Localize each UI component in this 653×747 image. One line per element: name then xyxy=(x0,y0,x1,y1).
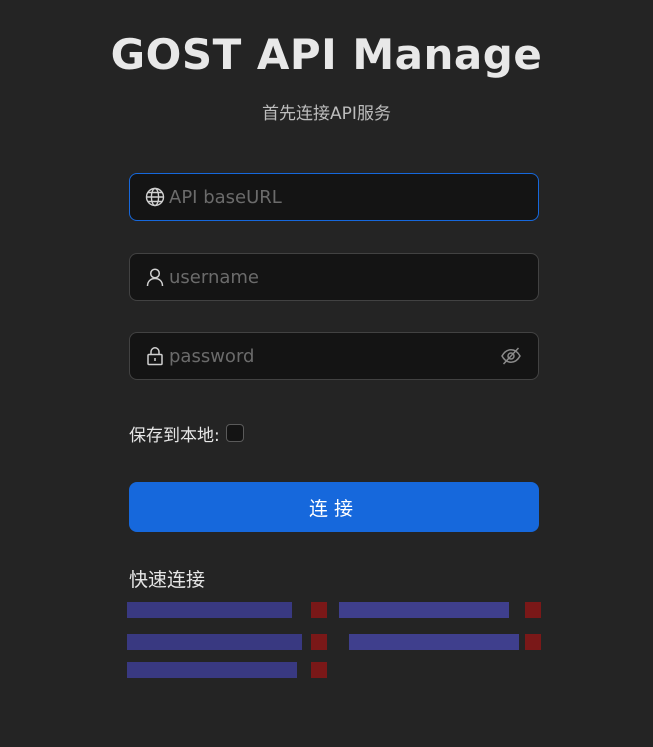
save-local-checkbox[interactable] xyxy=(225,424,244,442)
connect-button[interactable]: 连接 xyxy=(129,482,539,532)
quick-connect-item[interactable] xyxy=(311,634,327,650)
quick-connect-item[interactable] xyxy=(525,634,541,650)
username-field[interactable] xyxy=(129,253,539,301)
quick-connect-item[interactable] xyxy=(349,634,519,650)
quick-connect-item[interactable] xyxy=(339,602,509,618)
save-local-label: 保存到本地: xyxy=(129,425,220,446)
lock-icon xyxy=(143,344,167,368)
quick-connect-item[interactable] xyxy=(311,602,327,618)
user-icon xyxy=(143,265,167,289)
password-field[interactable] xyxy=(129,332,539,380)
quick-connect-item[interactable] xyxy=(525,602,541,618)
password-input[interactable] xyxy=(169,334,498,378)
eye-invisible-icon[interactable] xyxy=(498,343,524,369)
quick-connect-item[interactable] xyxy=(127,634,302,650)
username-input[interactable] xyxy=(169,255,538,299)
app-subtitle: 首先连接API服务 xyxy=(262,104,391,124)
quick-connect-title: 快速连接 xyxy=(129,569,206,591)
save-local-row: 保存到本地: xyxy=(129,421,244,446)
quick-connect-item[interactable] xyxy=(127,602,292,618)
quick-connect-list xyxy=(127,602,543,682)
baseurl-input[interactable] xyxy=(169,175,538,219)
app-title: GOST API Manage xyxy=(110,30,543,79)
baseurl-field[interactable] xyxy=(129,173,539,221)
quick-connect-item[interactable] xyxy=(127,662,297,678)
globe-icon xyxy=(143,185,167,209)
quick-connect-item[interactable] xyxy=(311,662,327,678)
